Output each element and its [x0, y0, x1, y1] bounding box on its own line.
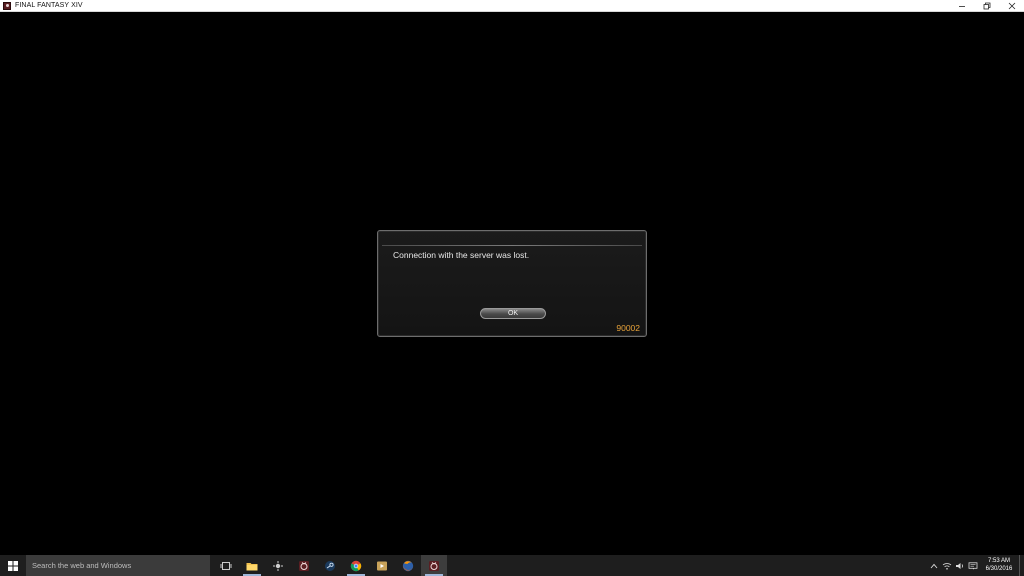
- connection-lost-dialog: Connection with the server was lost. OK …: [377, 230, 647, 337]
- game-app-icon: [273, 560, 283, 571]
- media-player-icon: [377, 561, 387, 570]
- notification-icon: [968, 561, 977, 570]
- start-button[interactable]: [0, 555, 26, 576]
- task-view-icon: [220, 561, 232, 570]
- action-center-button[interactable]: [966, 555, 979, 576]
- network-button[interactable]: [940, 555, 953, 576]
- dialog-divider: [382, 245, 642, 246]
- close-icon: [1008, 2, 1015, 10]
- window-title: FINAL FANTASY XIV: [15, 1, 83, 9]
- system-tray: 7:53 AM 6/30/2016: [927, 555, 1024, 576]
- minimize-icon: [958, 6, 965, 7]
- chevron-up-icon: [930, 563, 937, 568]
- firefox-icon: [402, 560, 414, 571]
- restore-button[interactable]: [974, 0, 999, 12]
- wifi-icon: [942, 562, 951, 570]
- minimize-button[interactable]: [949, 0, 974, 12]
- chrome-icon: [350, 560, 362, 571]
- ffxiv-launcher-button[interactable]: [291, 555, 317, 576]
- window-title-bar[interactable]: FINAL FANTASY XIV: [0, 0, 1024, 12]
- ffxiv-launcher-icon: [299, 560, 309, 571]
- clock[interactable]: 7:53 AM 6/30/2016: [979, 555, 1019, 576]
- ffxiv-game-button[interactable]: [421, 555, 447, 576]
- steam-icon: [325, 560, 335, 571]
- chrome-button[interactable]: [343, 555, 369, 576]
- window-controls: [949, 0, 1024, 12]
- windows-logo-icon: [8, 560, 18, 571]
- close-button[interactable]: [999, 0, 1024, 12]
- search-box[interactable]: Search the web and Windows: [26, 555, 210, 576]
- clock-date: 6/30/2016: [985, 565, 1013, 572]
- file-explorer-button[interactable]: [239, 555, 265, 576]
- media-player-button[interactable]: [369, 555, 395, 576]
- taskbar: Search the web and Windows 7:53 AM 6/30/…: [0, 555, 1024, 576]
- error-code: 90002: [616, 323, 640, 333]
- steam-button[interactable]: [317, 555, 343, 576]
- speaker-icon: [955, 562, 963, 569]
- game-app-button[interactable]: [265, 555, 291, 576]
- show-hidden-icons-button[interactable]: [927, 555, 940, 576]
- show-desktop-button[interactable]: [1019, 555, 1024, 576]
- dialog-message: Connection with the server was lost.: [393, 250, 530, 260]
- firefox-button[interactable]: [395, 555, 421, 576]
- restore-icon: [983, 2, 990, 10]
- clock-time: 7:53 AM: [987, 558, 1010, 564]
- ffxiv-game-icon: [429, 560, 439, 571]
- volume-button[interactable]: [953, 555, 966, 576]
- ffxiv-app-icon[interactable]: [3, 1, 11, 10]
- file-explorer-icon: [246, 562, 258, 570]
- search-placeholder: Search the web and Windows: [32, 561, 132, 570]
- taskbar-apps: [213, 555, 447, 576]
- ok-button[interactable]: OK: [480, 308, 546, 319]
- task-view-button[interactable]: [213, 555, 239, 576]
